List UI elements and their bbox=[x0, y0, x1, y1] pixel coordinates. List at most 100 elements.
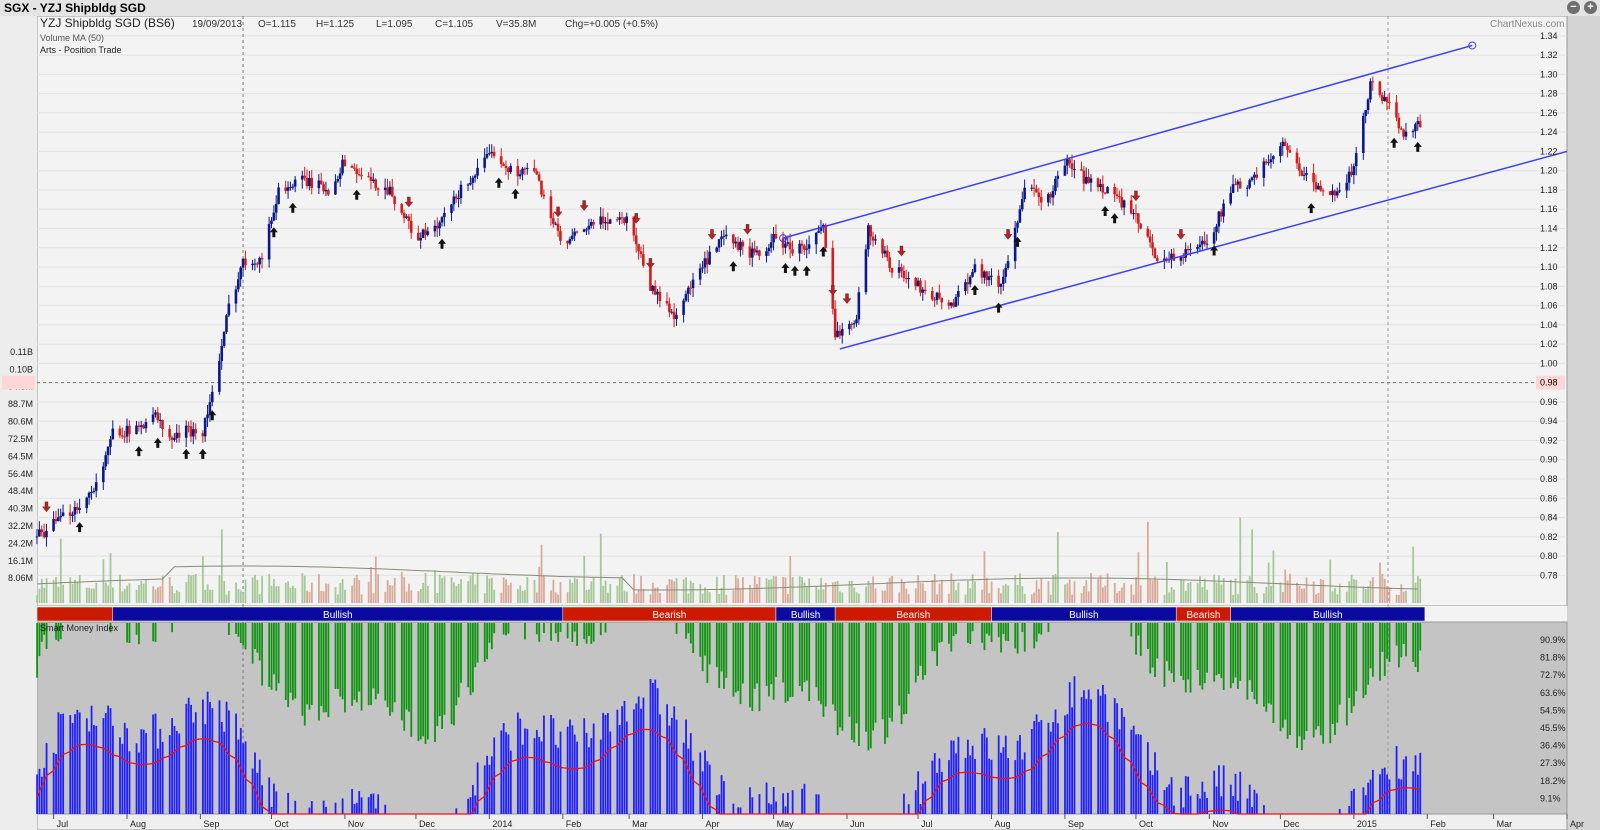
candle-body bbox=[1030, 187, 1034, 189]
smi-bar bbox=[791, 790, 794, 814]
stock-chart[interactable]: Bullish Bearish Bullish Bearish Bullish Beari… bbox=[0, 16, 1600, 830]
smi-tick-label: 81.8% bbox=[1540, 653, 1566, 663]
smi-down-bar bbox=[907, 623, 910, 695]
smi-bar bbox=[254, 752, 256, 814]
price-tick-label: 1.22 bbox=[1540, 146, 1558, 156]
smi-bar bbox=[55, 754, 57, 814]
candle-body bbox=[125, 425, 129, 437]
volume-bar bbox=[294, 588, 297, 603]
smi-bar bbox=[93, 725, 95, 814]
volume-bar bbox=[789, 556, 792, 603]
candle-body bbox=[1395, 102, 1398, 118]
smi-bar bbox=[751, 797, 754, 814]
candle-body bbox=[798, 243, 801, 254]
volume-bar bbox=[1068, 579, 1071, 603]
candle-body bbox=[390, 186, 394, 197]
candle-body bbox=[177, 432, 181, 438]
candle-body bbox=[542, 194, 546, 197]
minus-icon[interactable]: − bbox=[1567, 1, 1580, 14]
smi-bar bbox=[692, 760, 695, 814]
smi-down-bar bbox=[353, 623, 356, 700]
volume-bar bbox=[666, 584, 668, 603]
volume-bar bbox=[152, 586, 155, 603]
volume-bar bbox=[822, 589, 825, 603]
smi-bar bbox=[569, 719, 571, 814]
candle-body bbox=[1137, 213, 1140, 224]
smi-down-bar bbox=[291, 623, 294, 701]
volume-bar bbox=[749, 584, 751, 603]
volume-bar bbox=[138, 584, 140, 603]
candle-body bbox=[653, 285, 657, 295]
smi-down-bar bbox=[261, 623, 263, 686]
smi-down-bar bbox=[483, 623, 486, 662]
candle-body bbox=[355, 168, 359, 175]
smi-bar bbox=[334, 802, 337, 814]
volume-bar bbox=[483, 593, 486, 603]
smi-bar bbox=[948, 760, 950, 814]
trend-band-label: Bullish bbox=[1313, 610, 1342, 621]
smi-bar bbox=[723, 781, 725, 814]
candle-body bbox=[1383, 96, 1386, 101]
smi-bar bbox=[1362, 787, 1365, 814]
volume-bar bbox=[1322, 580, 1325, 603]
smi-down-bar bbox=[277, 623, 280, 684]
volume-bar bbox=[1019, 573, 1021, 603]
candle-body bbox=[791, 249, 794, 254]
smi-down-bar bbox=[1296, 623, 1298, 748]
volume-bar bbox=[981, 589, 983, 603]
smi-down-bar bbox=[753, 623, 756, 689]
volume-bar bbox=[1085, 580, 1088, 603]
volume-bar bbox=[836, 581, 839, 603]
volume-bar bbox=[341, 579, 344, 603]
volume-bar bbox=[990, 581, 993, 603]
candle-body bbox=[466, 184, 470, 186]
candle-body bbox=[343, 159, 347, 166]
smi-down-bar bbox=[351, 623, 353, 706]
smi-down-bar bbox=[988, 623, 991, 636]
volume-bar bbox=[1248, 576, 1251, 603]
smi-bar bbox=[85, 718, 88, 814]
candle-body bbox=[135, 425, 138, 435]
smi-bar bbox=[220, 722, 223, 814]
candle-body bbox=[1279, 146, 1282, 157]
volume-bar bbox=[675, 578, 678, 603]
candle-body bbox=[284, 187, 287, 191]
candle-body bbox=[554, 223, 557, 225]
smi-bar bbox=[1187, 776, 1190, 814]
volume-bar bbox=[1154, 576, 1156, 603]
smi-down-bar bbox=[874, 623, 877, 723]
smi-bar bbox=[1118, 729, 1121, 814]
smi-down-bar bbox=[1414, 623, 1417, 668]
volume-bar bbox=[467, 581, 470, 603]
price-tick-label: 1.02 bbox=[1540, 339, 1558, 349]
candle-body bbox=[1250, 177, 1254, 181]
candle-body bbox=[639, 251, 643, 255]
current-volume-box bbox=[2, 375, 35, 390]
smi-bar bbox=[1066, 714, 1069, 814]
candle-body bbox=[1082, 170, 1086, 184]
candle-body bbox=[805, 248, 809, 250]
smi-down-bar bbox=[718, 623, 721, 689]
candle-body bbox=[1184, 249, 1187, 258]
volume-bar bbox=[670, 579, 673, 603]
smi-bar bbox=[1073, 676, 1076, 814]
smi-bar bbox=[1189, 795, 1192, 814]
smi-down-bar bbox=[1395, 623, 1398, 646]
candle-body bbox=[1319, 185, 1322, 191]
volume-bar bbox=[974, 581, 976, 603]
candle-body bbox=[980, 264, 984, 278]
candle-body bbox=[705, 258, 709, 265]
x-tick-label: May bbox=[777, 819, 795, 829]
candle-body bbox=[708, 251, 711, 265]
volume-bar bbox=[85, 587, 88, 603]
volume-bar bbox=[45, 578, 48, 603]
smi-down-bar bbox=[408, 623, 410, 712]
plus-icon[interactable]: + bbox=[1584, 1, 1597, 14]
volume-bar bbox=[334, 587, 337, 603]
candle-body bbox=[748, 246, 752, 258]
candle-body bbox=[303, 175, 306, 178]
smi-bar bbox=[737, 807, 740, 814]
candle-body bbox=[1148, 236, 1152, 243]
smi-bar bbox=[633, 709, 635, 814]
x-tick-label: Oct bbox=[1139, 819, 1154, 829]
